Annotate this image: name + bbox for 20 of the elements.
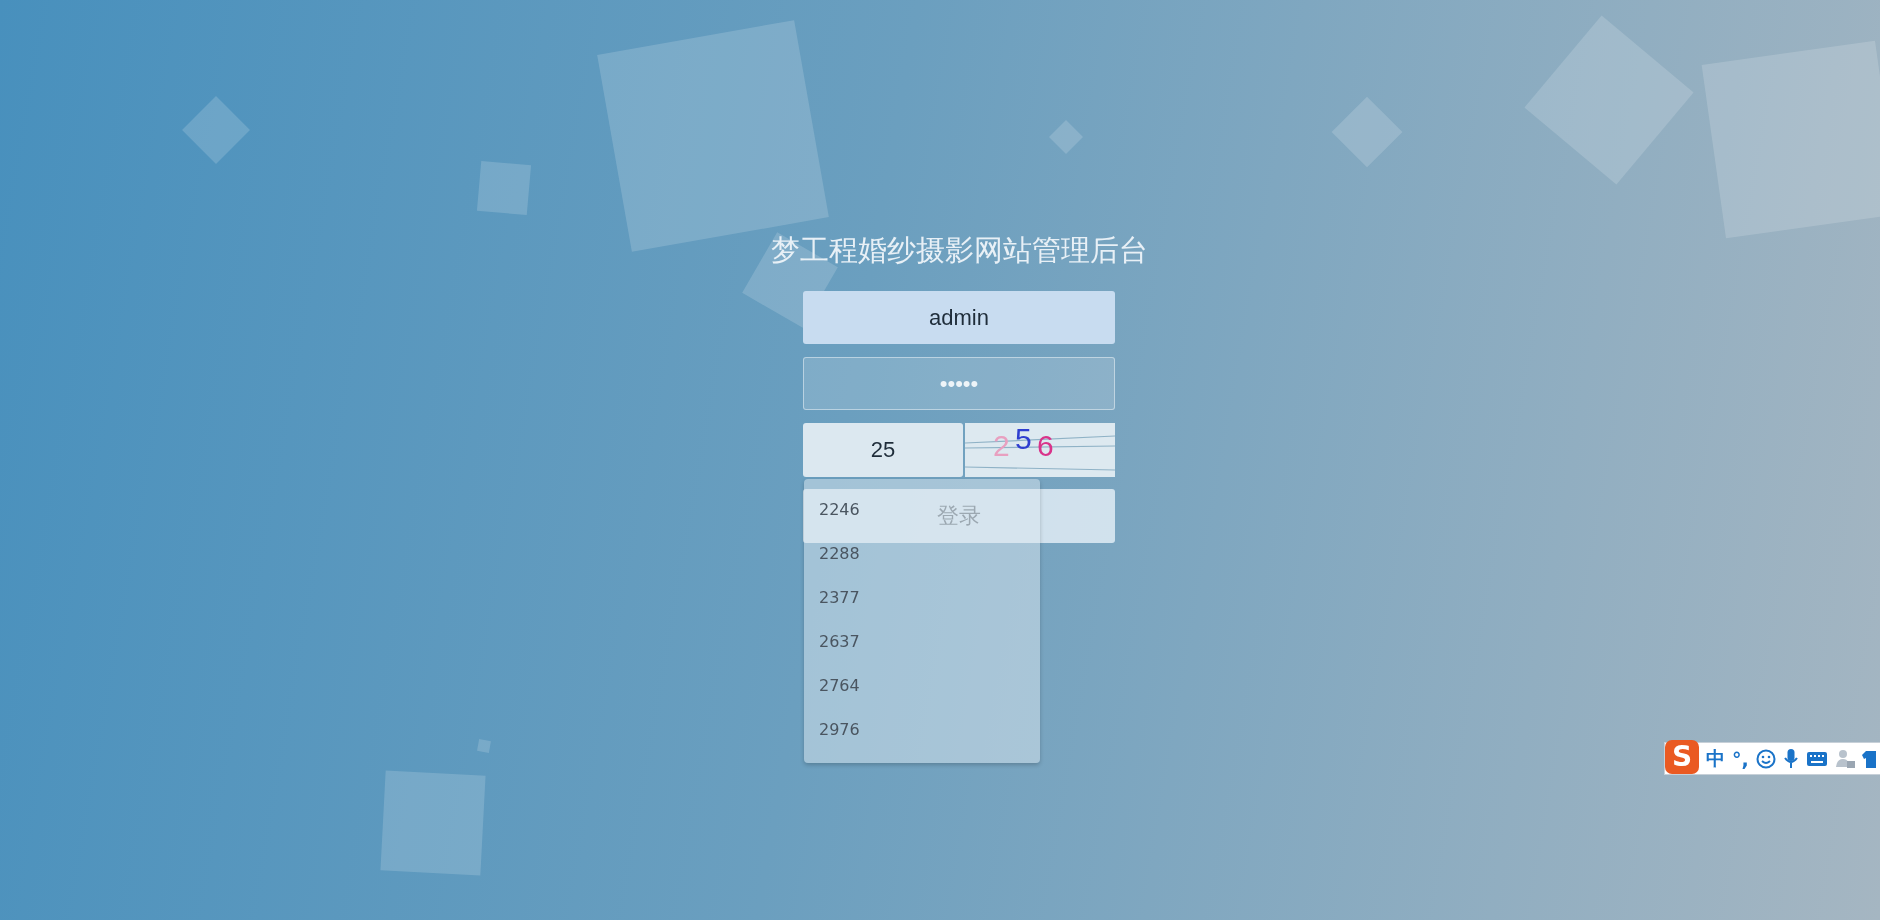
captcha-digit: 5 [1015,423,1032,455]
shirt-icon[interactable] [1861,748,1876,769]
keyboard-icon[interactable] [1805,750,1828,767]
suggestion-item[interactable]: 2764 [804,664,870,708]
captcha-digit: 6 [1037,429,1054,462]
captcha-field[interactable]: 25 [803,423,963,477]
page-title: 梦工程婚纱摄影网站管理后台 [769,232,1149,269]
smiley-icon[interactable] [1755,748,1776,769]
suggestion-item[interactable]: 2377 [804,576,870,620]
punctuation-toggle[interactable]: °, [1732,747,1749,770]
suggestion-item[interactable]: 2976 [804,708,870,752]
user-icon[interactable] [1834,748,1855,769]
input-mode-toggle[interactable]: 中 [1706,745,1725,772]
username-field[interactable]: admin [803,291,1115,344]
suggestion-item[interactable]: 2246 [804,488,870,532]
microphone-icon[interactable] [1782,747,1799,770]
square-shape [476,160,532,216]
suggestion-item[interactable]: 2637 [804,620,870,664]
square-shape [477,739,491,753]
ime-logo[interactable]: S [1665,739,1699,774]
